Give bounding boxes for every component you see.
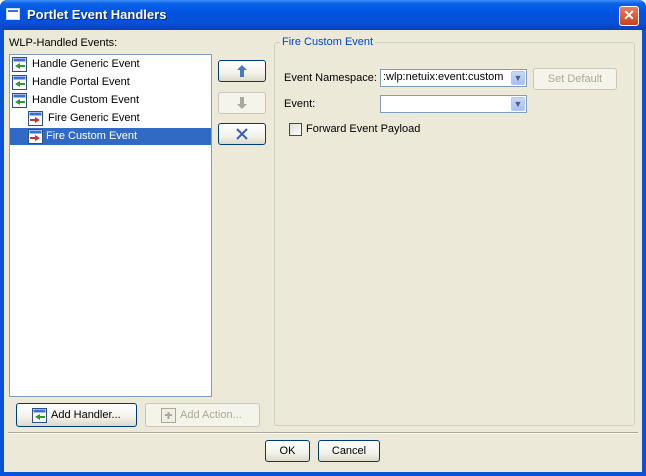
chevron-down-icon[interactable]: ▼ [511,71,525,85]
close-button[interactable]: ✕ [619,6,639,26]
tree-item-label: Fire Custom Event [46,130,138,142]
add-action-icon [161,408,176,423]
fire-event-icon [28,111,43,126]
events-list-label: WLP-Handled Events: [9,37,118,49]
arrow-up-icon [237,65,247,77]
fire-event-icon [28,129,43,144]
set-default-label: Set Default [547,73,603,85]
move-down-button[interactable] [218,92,266,114]
arrow-down-icon [237,97,247,109]
add-action-button[interactable]: Add Action... [145,403,260,427]
delete-x-icon [236,128,248,140]
namespace-label: Event Namespace: [284,72,377,84]
tree-item-label: Handle Generic Event [32,58,140,70]
tree-item-label: Handle Custom Event [32,94,139,106]
add-action-label: Add Action... [180,409,242,421]
title-bar[interactable]: Portlet Event Handlers ✕ [0,0,646,30]
window-title: Portlet Event Handlers [27,7,167,22]
forward-payload-label: Forward Event Payload [306,123,421,135]
dialog-body: WLP-Handled Events: Handle Generic Event… [4,30,642,472]
ok-button[interactable]: OK [265,440,310,462]
add-handler-button[interactable]: Add Handler... [16,403,137,427]
cancel-button[interactable]: Cancel [318,440,380,462]
set-default-button[interactable]: Set Default [533,68,617,90]
handler-icon [12,93,27,108]
detail-group-title: Fire Custom Event [280,36,376,48]
namespace-value: :wlp:netuix:event:custom [383,71,504,83]
event-combo[interactable]: ▼ [380,95,527,113]
tree-item-label: Handle Portal Event [32,76,130,88]
footer-separator [8,432,638,434]
chevron-down-icon[interactable]: ▼ [511,97,525,111]
add-handler-label: Add Handler... [51,409,121,421]
tree-item-fire-custom[interactable]: Fire Custom Event [10,128,211,145]
tree-item-label: Fire Generic Event [48,112,140,124]
namespace-combo[interactable]: :wlp:netuix:event:custom ▼ [380,69,527,87]
delete-button[interactable] [218,123,266,145]
event-label: Event: [284,98,316,110]
add-handler-icon [32,408,47,423]
events-tree[interactable]: Handle Generic Event Handle Portal Event… [9,54,212,397]
handler-icon [12,57,27,72]
cancel-label: Cancel [331,445,367,457]
dialog-window: Portlet Event Handlers ✕ WLP-Handled Eve… [0,0,646,476]
move-up-button[interactable] [218,60,266,82]
window-icon [6,8,20,20]
close-icon: ✕ [623,7,635,23]
forward-payload-checkbox[interactable] [289,123,302,136]
ok-label: OK [279,445,296,457]
handler-icon [12,75,27,90]
